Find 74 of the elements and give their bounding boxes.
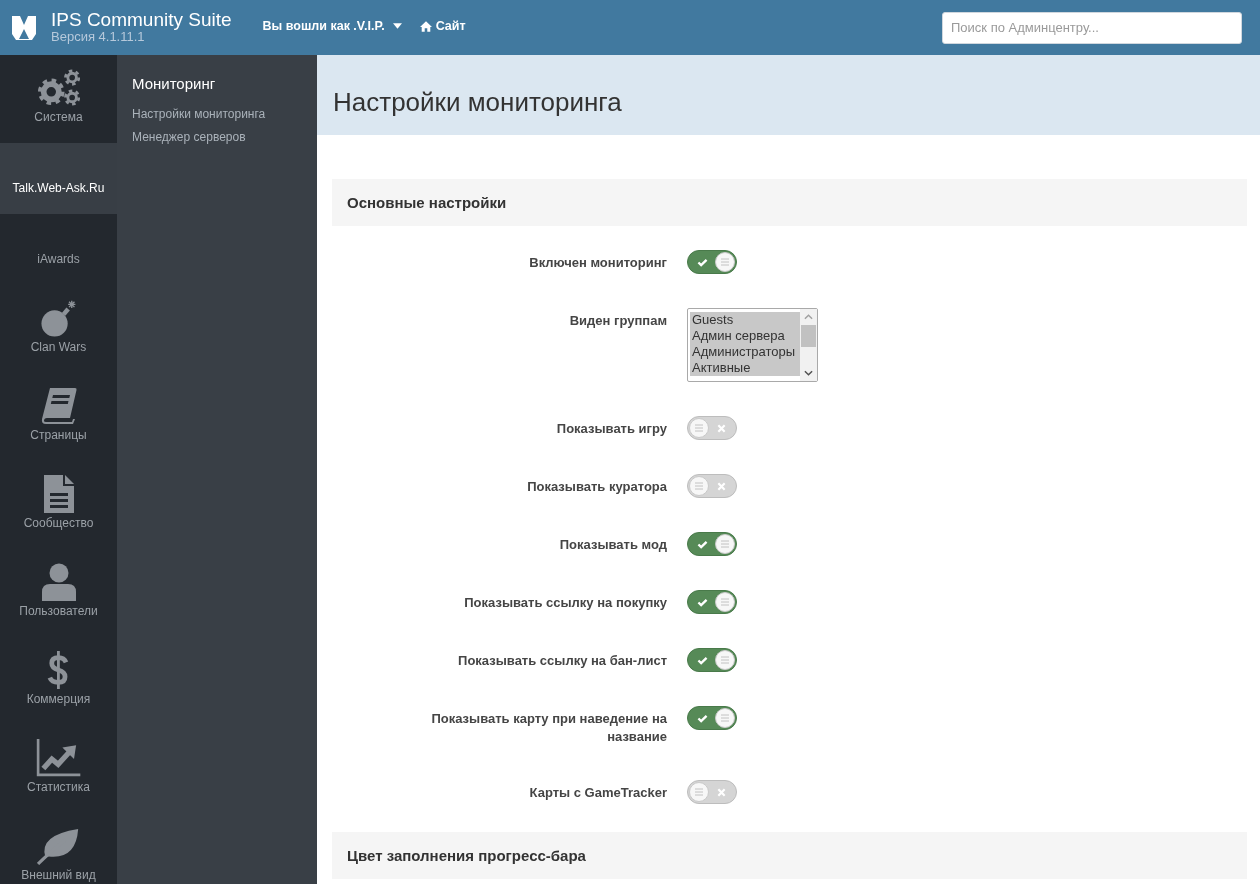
page-title: Настройки мониторинга bbox=[333, 86, 622, 118]
listbox-option[interactable]: Администраторы bbox=[690, 344, 800, 360]
check-icon bbox=[697, 597, 708, 607]
document-icon bbox=[43, 475, 74, 513]
nav-item[interactable]: Пользователи bbox=[0, 549, 117, 637]
app-title: IPS Community Suite bbox=[51, 8, 232, 30]
dollar-icon bbox=[47, 651, 70, 689]
logo-icon bbox=[12, 15, 36, 40]
nav-item[interactable]: Clan Wars bbox=[0, 285, 117, 373]
site-link[interactable]: Сайт bbox=[419, 19, 466, 33]
check-icon bbox=[697, 713, 708, 723]
sub-sidebar-link[interactable]: Менеджер серверов bbox=[132, 126, 246, 149]
toggle-knob bbox=[715, 708, 735, 728]
field-label: Показывать куратора bbox=[527, 478, 667, 496]
nav-item[interactable]: Talk.Web-Ask.Ru bbox=[0, 143, 117, 214]
leaf-icon bbox=[37, 827, 80, 865]
search-field[interactable]: Поиск по Админцентру... bbox=[942, 11, 1242, 44]
field-label: Показывать карту при наведение на название bbox=[430, 710, 667, 746]
cross-icon bbox=[717, 481, 726, 491]
toggle-switch[interactable] bbox=[687, 590, 737, 614]
toggle-switch[interactable] bbox=[687, 532, 737, 556]
version-label: Версия 4.1.11.1 bbox=[51, 29, 145, 43]
sub-sidebar-title: Мониторинг bbox=[132, 75, 217, 93]
check-icon bbox=[697, 539, 708, 549]
user-icon bbox=[41, 563, 76, 601]
field-label: Показывать ссылку на бан-лист bbox=[458, 652, 667, 670]
field-label: Карты с GameTracker bbox=[529, 784, 667, 802]
listbox-option[interactable]: Guests bbox=[690, 312, 800, 328]
toggle-knob bbox=[715, 592, 735, 612]
toggle-switch[interactable] bbox=[687, 780, 737, 804]
nav-item[interactable]: Коммерция bbox=[0, 637, 117, 725]
field-label: Показывать мод bbox=[559, 536, 667, 554]
section-header: Основные настройки bbox=[332, 179, 1247, 226]
toggle-switch[interactable] bbox=[687, 706, 737, 730]
chart-icon bbox=[36, 739, 81, 777]
nav-item[interactable]: Система bbox=[0, 55, 117, 143]
toggle-knob bbox=[689, 418, 709, 438]
nav-item[interactable]: Внешний вид bbox=[0, 813, 117, 884]
scroll-down-icon bbox=[804, 370, 813, 376]
toggle-switch[interactable] bbox=[687, 416, 737, 440]
toggle-switch[interactable] bbox=[687, 474, 737, 498]
toggle-knob bbox=[715, 534, 735, 554]
toggle-knob bbox=[689, 782, 709, 802]
field-label: Виден группам bbox=[569, 312, 667, 330]
field-label: Показывать игру bbox=[556, 420, 667, 438]
scroll-up-icon bbox=[804, 314, 813, 320]
caret-icon bbox=[392, 23, 402, 29]
check-icon bbox=[697, 257, 708, 267]
section-header: Цвет заполнения прогресс-бара bbox=[332, 832, 1247, 879]
bomb-icon bbox=[41, 299, 76, 337]
cross-icon bbox=[717, 787, 726, 797]
nav-item[interactable]: Страницы bbox=[0, 373, 117, 461]
toggle-switch[interactable] bbox=[687, 648, 737, 672]
field-label: Показывать ссылку на покупку bbox=[464, 594, 667, 612]
nav-item[interactable]: Статистика bbox=[0, 725, 117, 813]
book-icon bbox=[40, 387, 77, 425]
toggle-knob bbox=[715, 252, 735, 272]
listbox-option[interactable]: Активные bbox=[690, 360, 800, 376]
group-listbox[interactable]: Guests Админ сервера Администраторы Активные bbox=[687, 308, 818, 382]
nav-item[interactable]: Сообщество bbox=[0, 461, 117, 549]
nav-item[interactable]: iAwards bbox=[0, 214, 117, 285]
listbox-option[interactable]: Админ сервера bbox=[690, 328, 800, 344]
toggle-knob bbox=[689, 476, 709, 496]
scroll-thumb[interactable] bbox=[801, 325, 816, 347]
toggle-switch[interactable] bbox=[687, 250, 737, 274]
field-label: Включен мониторинг bbox=[529, 254, 667, 272]
listbox-scrollbar[interactable] bbox=[800, 309, 817, 381]
sub-sidebar-link[interactable]: Настройки мониторинга bbox=[132, 103, 266, 126]
home-icon bbox=[419, 20, 432, 32]
gears-icon bbox=[36, 69, 81, 107]
check-icon bbox=[697, 655, 708, 665]
toggle-knob bbox=[715, 650, 735, 670]
cross-icon bbox=[717, 423, 726, 433]
user-menu[interactable]: Вы вошли как .V.I.P. bbox=[262, 19, 402, 33]
